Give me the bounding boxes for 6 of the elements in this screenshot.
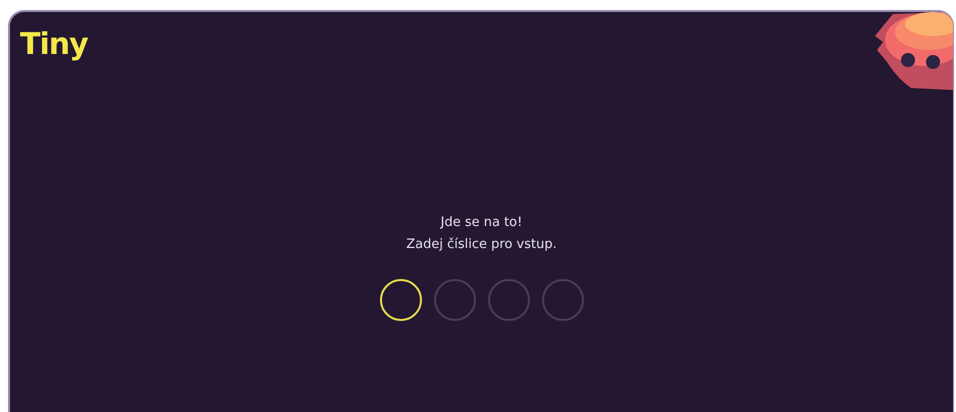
logo: Tiny [20,30,88,60]
digit-field[interactable] [488,279,530,321]
digit-field[interactable] [434,279,476,321]
digit-field[interactable] [542,279,584,321]
prompt-subtitle: Zadej číslice pro vstup. [406,236,557,254]
prompt-title: Jde se na to! [440,214,522,232]
